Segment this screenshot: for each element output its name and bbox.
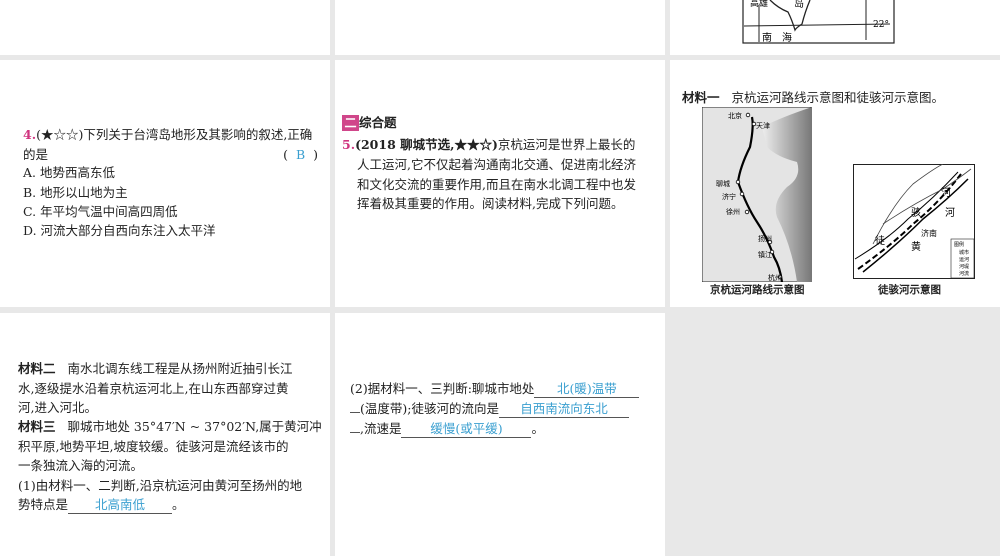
label-nanhai: 南 海	[762, 31, 792, 44]
material3-text: 一条独流入海的河流。	[18, 458, 144, 473]
sub1-suffix: 。	[172, 497, 185, 512]
city-label: 镇江	[758, 250, 772, 259]
sub2-answer3: 缓慢(或平缓)	[401, 421, 532, 438]
city-label: 扬州	[758, 234, 772, 243]
map2-caption: 徒骇河示意图	[878, 284, 941, 296]
sub1-line2: 势特点是 北高南低。	[18, 495, 185, 515]
q4-option-a: A. 地势西高东低	[23, 165, 115, 180]
q5-line1: 5.(2018 聊城节选,★★☆)京杭运河是世界上最长的	[342, 135, 635, 155]
material2-text: 南水北调东线工程是从扬州附近抽引长江	[67, 361, 293, 376]
material2-text: 河,进入河北。	[18, 400, 97, 415]
q4-option-d: D. 河流大部分自西向东注入太平洋	[23, 223, 216, 238]
q4-answer: B	[295, 147, 306, 162]
panel-top-right: 高雄 岛 22° 南 海	[670, 0, 1000, 55]
section-title: 综合题	[359, 115, 397, 130]
legend-item: 运河	[959, 256, 969, 263]
q4-stem-line2-row: 的是 ( B )	[23, 145, 318, 165]
panel-question-5: 二综合题 5.(2018 聊城节选,★★☆)京杭运河是世界上最长的 人工运河,它…	[335, 60, 665, 307]
material3-line1: 材料三 聊城市地处 35°47′N ~ 37°02′N,属于黄河冲	[18, 417, 322, 437]
legend-item: 城市	[959, 249, 969, 256]
city-label: 天津	[756, 122, 770, 130]
q4-option-c: C. 年平均气温中间高四周低	[23, 204, 178, 219]
q4-stars: (★☆☆)	[36, 127, 84, 142]
label-dao: 岛	[794, 0, 804, 10]
q4-answer-bracket: ( B )	[283, 145, 318, 165]
sub2-line1: (2)据材料一、三判断:聊城市地处 北(暖)温带	[350, 379, 640, 399]
q5-text-line: 和文化交流的重要作用,而且在南水北调工程中也发	[357, 177, 636, 192]
map-label: 济南	[921, 228, 937, 238]
q5-text-line: 挥着极其重要的作用。阅读材料,完成下列问题。	[357, 196, 624, 211]
label-gaoxiong: 高雄	[750, 0, 768, 9]
label-lat: 22°	[873, 20, 889, 30]
bracket-close: )	[313, 147, 318, 162]
sub1-answer: 北高南低	[68, 497, 173, 514]
grand-canal-map: 北京 天津 聊城 济宁 徐州 扬州 镇江 杭州	[702, 107, 812, 282]
q5-text-line: 京杭运河是世界上最长的	[497, 137, 636, 152]
q5-number: 5.	[342, 137, 356, 152]
material2-label: 材料二	[18, 361, 56, 376]
q4-stem: 4.(★☆☆)下列关于台湾岛地形及其影响的叙述,正确	[23, 125, 312, 145]
sub2-answer2: 自西南流向东北	[498, 401, 629, 418]
sub1-prefix: 势特点是	[18, 497, 69, 512]
panel-sub-question-2: (2)据材料一、三判断:聊城市地处 北(暖)温带 (温度带);徒骇河的流向是 自西南…	[335, 313, 665, 556]
material3-text: 积平原,地势平坦,坡度较缓。徒骇河是流经该市的	[18, 439, 289, 454]
material1-label: 材料一	[682, 90, 720, 105]
panel-top-middle	[335, 0, 665, 55]
map-label: 黄	[911, 240, 921, 253]
sub2-line3: ,流速是 缓慢(或平缓)。	[350, 419, 544, 439]
material1-text: 京杭运河路线示意图和徒骇河示意图。	[731, 90, 944, 105]
panel-materials-2-3: 材料二 南水北调东线工程是从扬州附近抽引长江 水,逐级提水沿着京杭运河北上,在山…	[0, 313, 330, 556]
material2-line1: 材料二 南水北调东线工程是从扬州附近抽引长江	[18, 359, 292, 379]
panel-top-left	[0, 0, 330, 55]
map-label: 徒	[875, 234, 885, 247]
legend-title: 图例	[954, 241, 964, 248]
city-label: 徐州	[726, 207, 740, 216]
q4-stem-line2: 的是	[23, 147, 49, 162]
panel-question-4: 4.(★☆☆)下列关于台湾岛地形及其影响的叙述,正确 的是 ( B ) A. 地…	[0, 60, 330, 307]
legend-item: 河堤	[959, 263, 969, 270]
sub2-answer1: 北(暖)温带	[534, 381, 640, 398]
panel-material-1: 材料一 京杭运河路线示意图和徒骇河示意图。 北京 天津 聊城 济宁 徐州 扬州 …	[670, 60, 1000, 307]
q5-source: (2018 聊城节选,★★☆)	[355, 137, 498, 152]
material3-label: 材料三	[18, 419, 56, 434]
bracket-open: (	[283, 147, 289, 162]
q5-text-line: 人工运河,它不仅起着沟通南北交通、促进南北经济	[357, 157, 636, 172]
section-heading: 二综合题	[342, 113, 397, 133]
material2-text: 水,逐级提水沿着京杭运河北上,在山东西部穿过黄	[18, 381, 289, 396]
taiwan-map-fragment: 高雄 岛 22° 南 海	[742, 0, 895, 44]
sub2-prefix1: (2)据材料一、三判断:聊城市地处	[350, 381, 535, 396]
map-label: 河	[945, 207, 955, 219]
section-badge: 二	[342, 115, 359, 131]
q4-number: 4.	[23, 127, 37, 142]
map-label: 骇	[911, 206, 921, 219]
city-label: 北京	[728, 111, 742, 120]
legend-item: 河流	[959, 270, 969, 277]
material1-heading: 材料一 京杭运河路线示意图和徒骇河示意图。	[682, 88, 944, 108]
sub2-prefix2: (温度带);徒骇河的流向是	[360, 401, 499, 416]
sub2-prefix3: ,流速是	[360, 421, 402, 436]
sub2-line2: (温度带);徒骇河的流向是 自西南流向东北	[350, 399, 629, 419]
blank-tail	[350, 412, 360, 413]
sub2-suffix: 。	[531, 421, 544, 436]
material3-text: 聊城市地处 35°47′N ~ 37°02′N,属于黄河冲	[67, 419, 322, 434]
blank-tail	[350, 432, 360, 433]
map-label: 河	[941, 187, 951, 199]
tuhai-river-map: 河 骇 河 徒 黄 济南 图例 城市 运河 河堤 河流	[853, 164, 975, 279]
sub1-line1: (1)由材料一、二判断,沿京杭运河由黄河至扬州的地	[18, 478, 303, 493]
city-label: 济宁	[722, 192, 736, 201]
map1-caption: 京杭运河路线示意图	[710, 284, 805, 296]
city-label: 聊城	[716, 179, 730, 188]
q4-option-b: B. 地形以山地为主	[23, 185, 128, 200]
q4-stem-line1: 下列关于台湾岛地形及其影响的叙述,正确	[83, 127, 313, 142]
